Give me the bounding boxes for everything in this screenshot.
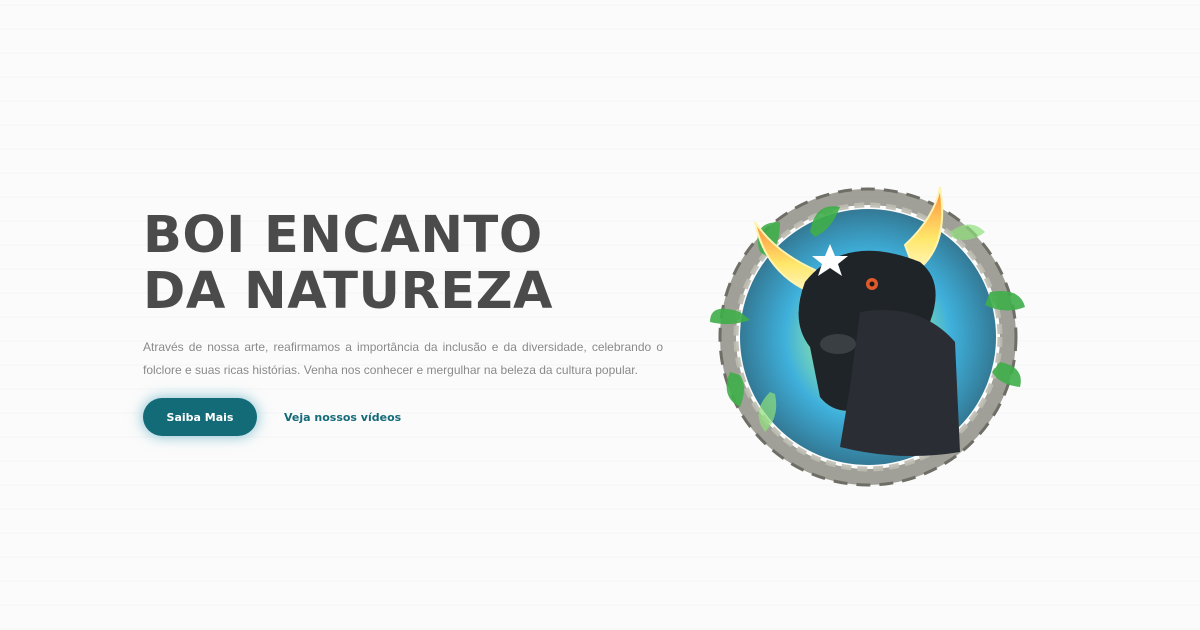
page: BOI ENCANTO DA NATUREZA Através de nossa… <box>0 0 1200 630</box>
watch-videos-link[interactable]: Veja nossos vídeos <box>284 411 401 424</box>
bull-emblem-icon <box>700 172 1036 492</box>
hero-section: BOI ENCANTO DA NATUREZA Através de nossa… <box>143 208 663 436</box>
hero-actions: Saiba Mais Veja nossos vídeos <box>143 398 663 436</box>
bull-cape <box>840 310 960 456</box>
hero-description: Através de nossa arte, reafirmamos a imp… <box>143 340 663 377</box>
hero-title-line-2: DA NATUREZA <box>143 262 554 321</box>
hero-title: BOI ENCANTO DA NATUREZA <box>143 208 663 320</box>
saiba-mais-button[interactable]: Saiba Mais <box>143 398 257 436</box>
bull-emblem-svg <box>710 186 1025 487</box>
hero-title-line-1: BOI ENCANTO <box>143 206 543 265</box>
